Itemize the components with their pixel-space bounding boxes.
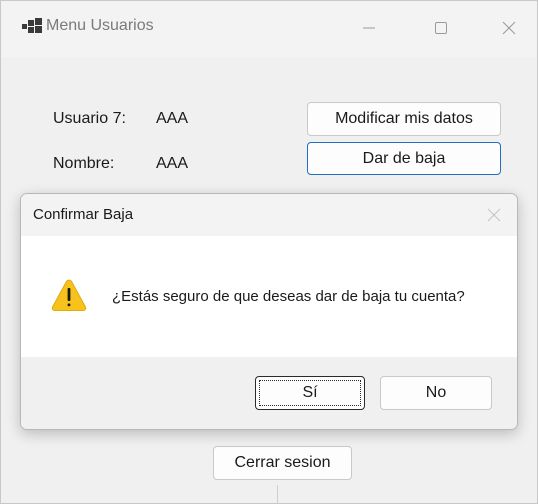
yes-button-label: Sí	[302, 384, 318, 401]
no-button[interactable]: No	[380, 376, 492, 410]
minimize-icon	[363, 27, 375, 29]
maximize-icon	[435, 22, 447, 34]
dialog-message: ¿Estás seguro de que deseas dar de baja …	[112, 288, 465, 305]
close-icon	[502, 21, 516, 35]
nombre-label: Nombre:	[53, 155, 115, 172]
window-title: Menu Usuarios	[46, 17, 154, 34]
main-window: Menu Usuarios Usuario 7: AAA Nombre: AAA…	[0, 0, 538, 504]
minimize-button[interactable]	[349, 11, 389, 45]
dialog-close-button[interactable]	[479, 202, 509, 228]
yes-button-focus-rect: Sí	[259, 380, 361, 406]
usuario-label: Usuario 7:	[53, 110, 126, 127]
dialog-body: ¿Estás seguro de que deseas dar de baja …	[21, 236, 517, 357]
cerrar-sesion-button[interactable]: Cerrar sesion	[213, 446, 352, 480]
dar-de-baja-button[interactable]: Dar de baja	[307, 142, 501, 175]
close-icon	[487, 208, 501, 222]
yes-button[interactable]: Sí	[255, 376, 365, 410]
nombre-value: AAA	[156, 155, 189, 172]
maximize-button[interactable]	[421, 11, 461, 45]
modificar-datos-button[interactable]: Modificar mis datos	[307, 102, 501, 136]
dialog-title-bar: Confirmar Baja	[21, 194, 517, 236]
warning-icon	[51, 279, 87, 311]
dialog-title: Confirmar Baja	[33, 206, 134, 223]
usuario-value: AAA	[156, 110, 189, 127]
close-button[interactable]	[489, 11, 529, 45]
confirm-dialog: Confirmar Baja ¿Estás seguro de que dese…	[20, 193, 518, 430]
status-divider	[277, 485, 278, 503]
app-icon	[22, 18, 42, 34]
title-bar: Menu Usuarios	[1, 1, 537, 57]
